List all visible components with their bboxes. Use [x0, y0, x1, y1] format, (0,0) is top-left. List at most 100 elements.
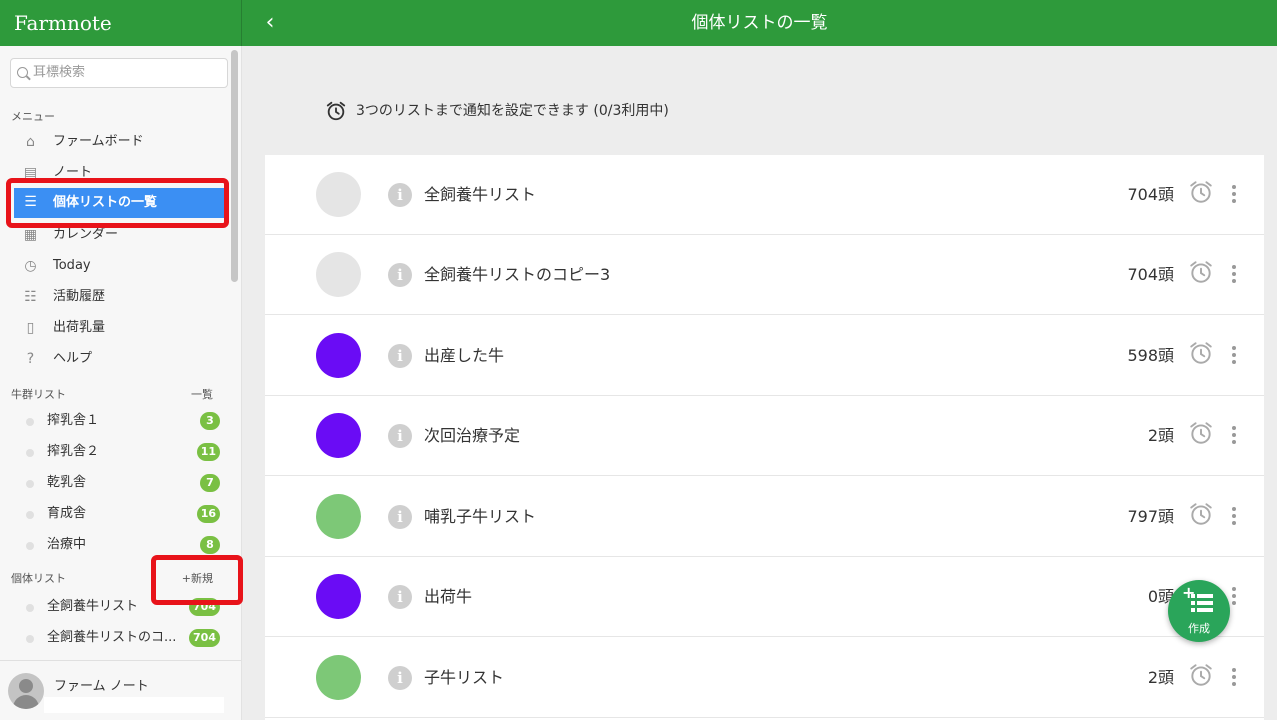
sidebar-item-label: Today [53, 258, 91, 273]
status-dot [26, 635, 34, 643]
herd-item-label: 乾乳舎 [47, 475, 87, 490]
info-icon[interactable]: i [388, 263, 412, 287]
menu-header: メニュー [11, 110, 55, 123]
list-name: 哺乳子牛リスト [424, 507, 537, 526]
herd-item[interactable]: 乾乳舎 7 [14, 469, 224, 497]
herd-list-all-link[interactable]: 一覧 [191, 386, 213, 402]
sidebar-item-farmboard[interactable]: ⌂ ファームボード [14, 128, 228, 156]
info-icon[interactable]: i [388, 666, 412, 690]
list-count: 704頭 [1127, 265, 1174, 284]
list-item[interactable]: i 全飼養牛リスト 704頭 [265, 155, 1264, 235]
individual-list-item[interactable]: 全飼養牛リストのコ... 704 [14, 624, 224, 652]
info-icon[interactable]: i [388, 585, 412, 609]
alarm-clock-icon[interactable] [1188, 259, 1214, 285]
herd-item-label: 治療中 [47, 537, 87, 552]
list-color-swatch [316, 333, 361, 378]
list-item[interactable]: i 出産した牛 598頭 [265, 316, 1264, 396]
list-name: 次回治療予定 [424, 426, 521, 445]
help-icon: ? [26, 351, 35, 367]
list-count: 797頭 [1127, 507, 1174, 526]
sidebar-item-today[interactable]: ◷ Today [14, 252, 228, 280]
list-name: 子牛リスト [424, 668, 505, 687]
info-icon[interactable]: i [388, 505, 412, 529]
search-input[interactable]: 耳標検索 [10, 58, 228, 88]
alarm-clock-icon[interactable] [1188, 340, 1214, 366]
list-name: 全飼養牛リスト [424, 185, 537, 204]
brand-logo[interactable]: Farmnote [0, 0, 242, 46]
more-options-icon[interactable] [1232, 426, 1236, 446]
count-badge: 11 [196, 443, 220, 461]
list-name: 出荷牛 [424, 587, 473, 606]
more-options-icon[interactable] [1232, 265, 1236, 285]
list-count: 704頭 [1127, 185, 1174, 204]
search-icon [17, 67, 28, 78]
sidebar-item-help[interactable]: ? ヘルプ [14, 345, 228, 373]
sidebar-item-shipping-milk[interactable]: ▯ 出荷乳量 [14, 314, 228, 342]
herd-item[interactable]: 育成舎 16 [14, 500, 224, 528]
status-dot [26, 511, 34, 519]
alarm-clock-icon[interactable] [1188, 662, 1214, 688]
list-color-swatch [316, 655, 361, 700]
sidebar-scrollbar[interactable] [231, 50, 238, 282]
count-badge: 3 [200, 412, 220, 430]
status-dot [26, 449, 34, 457]
status-dot [26, 480, 34, 488]
herd-item[interactable]: 搾乳舎２ 11 [14, 438, 224, 466]
milk-bottle-icon: ▯ [26, 320, 35, 336]
herd-item-label: 育成舎 [47, 506, 87, 521]
herd-list-header: 牛群リスト [11, 388, 66, 401]
individual-list-header: 個体リスト [11, 572, 66, 585]
sidebar-item-label: ヘルプ [53, 351, 93, 366]
sidebar-item-label: 出荷乳量 [53, 320, 106, 335]
more-options-icon[interactable] [1232, 507, 1236, 527]
highlight-box [6, 178, 229, 228]
alarm-clock-icon [326, 101, 346, 121]
more-options-icon[interactable] [1232, 346, 1236, 366]
list-count: 2頭 [1147, 668, 1174, 687]
list-item[interactable]: i 次回治療予定 2頭 [265, 396, 1264, 476]
status-dot [26, 542, 34, 550]
herd-item-label: 搾乳舎２ [47, 444, 100, 459]
sidebar-item-history[interactable]: ☷ 活動履歴 [14, 283, 228, 311]
info-icon[interactable]: i [388, 183, 412, 207]
count-badge: 16 [196, 505, 220, 523]
more-options-icon[interactable] [1232, 668, 1236, 688]
more-options-icon[interactable] [1232, 185, 1236, 205]
count-badge: 704 [189, 629, 220, 647]
individual-list-label: 全飼養牛リストのコ... [47, 630, 177, 645]
avatar [8, 673, 44, 709]
herd-item[interactable]: 搾乳舎１ 3 [14, 407, 224, 435]
history-icon: ☷ [24, 289, 37, 305]
list-item[interactable]: i 子牛リスト 2頭 [265, 638, 1264, 718]
barn-icon: ⌂ [26, 134, 35, 150]
list-count: 2頭 [1147, 426, 1174, 445]
user-profile[interactable]: ファーム ノート [0, 660, 241, 720]
list-color-swatch [316, 574, 361, 619]
list-name: 全飼養牛リストのコピー3 [424, 265, 611, 284]
list-color-swatch [316, 252, 361, 297]
count-badge: 8 [200, 536, 220, 554]
create-list-button[interactable]: + 作成 [1168, 580, 1230, 642]
individual-list-table: i 全飼養牛リスト 704頭 i 全飼養牛リストのコピー3 704頭 i 出産し… [265, 155, 1264, 720]
info-icon[interactable]: i [388, 344, 412, 368]
list-item[interactable]: i 全飼養牛リストのコピー3 704頭 [265, 235, 1264, 315]
page-title: 個体リストの一覧 [691, 13, 828, 33]
alarm-clock-icon[interactable] [1188, 501, 1214, 527]
notice-text: 3つのリストまで通知を設定できます (0/3利用中) [356, 103, 669, 119]
more-options-icon[interactable] [1232, 587, 1236, 607]
alarm-clock-icon[interactable] [1188, 420, 1214, 446]
list-item[interactable]: i 出荷牛 0頭 [265, 557, 1264, 637]
alarm-clock-icon[interactable] [1188, 179, 1214, 205]
list-name: 出産した牛 [424, 346, 505, 365]
add-list-icon [1191, 594, 1213, 612]
info-icon[interactable]: i [388, 424, 412, 448]
sidebar-item-label: ファームボード [53, 134, 144, 149]
list-item[interactable]: i 哺乳子牛リスト 797頭 [265, 477, 1264, 557]
clock-icon: ◷ [24, 258, 37, 274]
sidebar: 耳標検索 メニュー ⌂ ファームボード ▤ ノート ☰ 個体リストの一覧 ▦ カ… [0, 46, 242, 720]
user-subtitle [44, 697, 224, 713]
count-badge: 7 [200, 474, 220, 492]
create-label: 作成 [1188, 622, 1210, 635]
individual-list-label: 全飼養牛リスト [47, 599, 139, 614]
user-name: ファーム ノート [54, 679, 149, 694]
